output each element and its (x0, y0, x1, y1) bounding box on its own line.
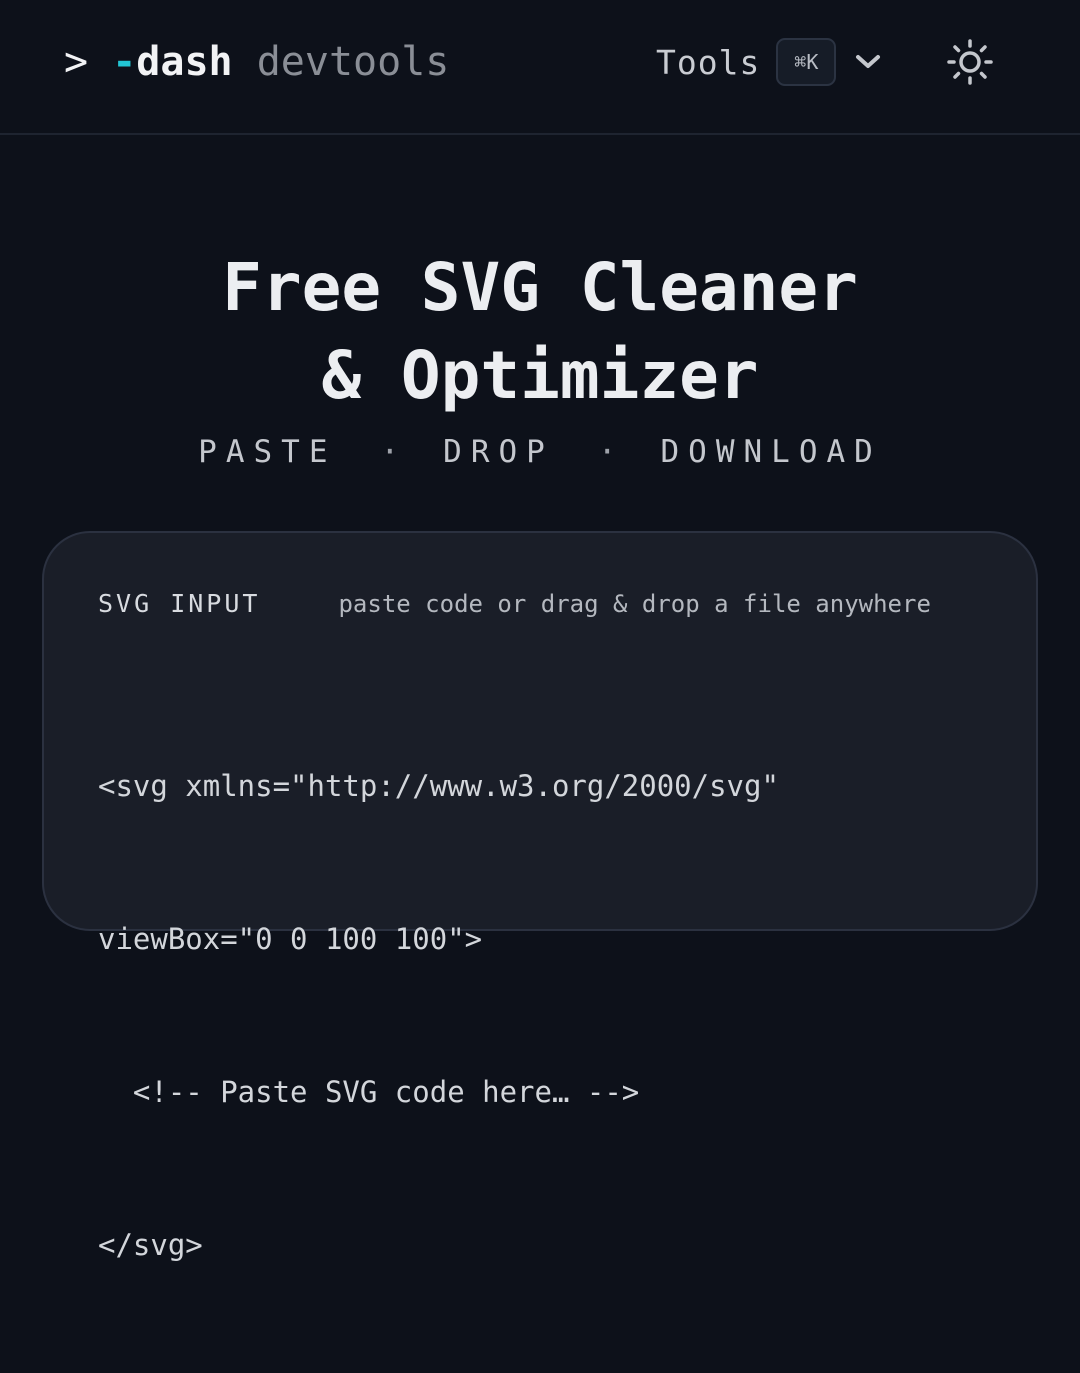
logo-dash-word: dash (136, 39, 233, 85)
tools-shortcut-badge: ⌘K (776, 38, 837, 86)
step-download: DOWNLOAD (660, 434, 882, 470)
step-paste: PASTE (198, 434, 337, 470)
svg-input-header: SVG INPUT paste code or drag & drop a fi… (98, 589, 931, 618)
tools-menu-button[interactable]: Tools ⌘K (656, 36, 882, 88)
code-line: <svg xmlns="http://www.w3.org/2000/svg" (98, 769, 779, 803)
tools-menu-label: Tools (656, 42, 761, 82)
page-title: Free SVG Cleaner & Optimizer (0, 244, 1080, 420)
code-line: </svg> (98, 1228, 203, 1262)
top-navigation-bar: > -dash devtools Tools ⌘K (0, 0, 1080, 135)
chevron-down-icon (854, 48, 882, 76)
svg-input-title: SVG INPUT (98, 589, 261, 618)
logo-product-name: devtools (256, 39, 450, 85)
sun-icon (947, 39, 993, 85)
code-line: viewBox="0 0 100 100"> (98, 922, 483, 956)
workflow-steps: PASTE · DROP · DOWNLOAD (0, 434, 1080, 470)
step-drop: DROP (443, 434, 554, 470)
site-logo[interactable]: > -dash devtools (64, 36, 449, 88)
logo-dash-prefix: - (112, 39, 137, 85)
logo-prompt: > (64, 39, 89, 85)
code-line: <!-- Paste SVG code here… --> (98, 1075, 640, 1109)
step-separator: · (380, 434, 400, 470)
svg-input-hint: paste code or drag & drop a file anywher… (338, 590, 931, 618)
svg-input-card: SVG INPUT paste code or drag & drop a fi… (42, 531, 1038, 1262)
svg-code-editor[interactable]: <svg xmlns="http://www.w3.org/2000/svg" … (98, 659, 998, 1373)
page-title-text: Free SVG Cleaner & Optimizer (222, 249, 858, 414)
step-separator: · (597, 434, 617, 470)
theme-toggle-button[interactable] (946, 38, 994, 86)
